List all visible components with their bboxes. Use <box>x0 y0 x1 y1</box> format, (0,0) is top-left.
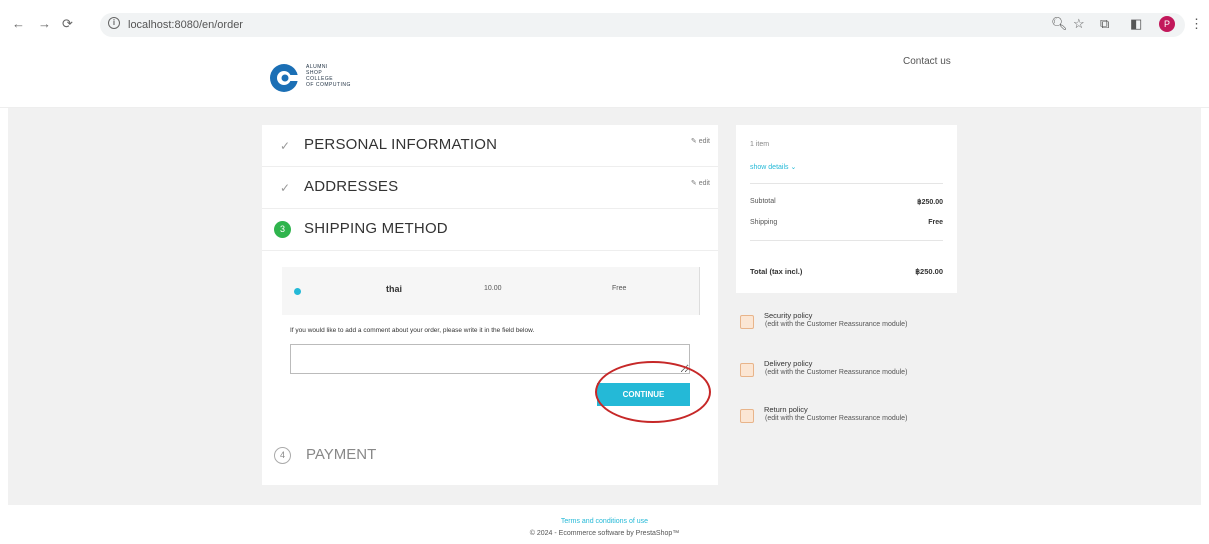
reassurance-desc: (edit with the Customer Reassurance modu… <box>765 369 908 376</box>
contact-us-link[interactable]: Contact us <box>903 56 951 67</box>
shipping-row: Shipping Free <box>750 219 943 226</box>
url-text[interactable]: localhost:8080/en/order <box>128 17 243 33</box>
bookmark-star-icon[interactable]: ☆ <box>1073 14 1085 34</box>
carrier-name: thai <box>386 284 403 294</box>
forward-icon[interactable]: → <box>38 14 51 34</box>
carrier-option[interactable]: thai 10.00 Free <box>282 267 700 315</box>
zoom-icon[interactable]: 🔍︎ <box>1051 14 1068 34</box>
cart-summary: 1 item show details ⌄ Subtotal ฿250.00 S… <box>736 125 957 293</box>
step-addresses[interactable]: ✓ ADDRESSES ✎ edit <box>262 167 718 209</box>
checkout-steps: ✓ PERSONAL INFORMATION ✎ edit ✓ ADDRESSE… <box>262 125 718 485</box>
show-details-link[interactable]: show details ⌄ <box>750 163 796 171</box>
annotation-circle <box>595 361 711 423</box>
comment-label: If you would like to add a comment about… <box>290 327 535 334</box>
reassurance-title: Return policy <box>764 405 808 414</box>
step-number-badge: 3 <box>274 221 291 238</box>
browser-toolbar: ← → ⟳ i localhost:8080/en/order 🔍︎ ☆ ⧉ ◧… <box>0 0 1209 48</box>
logo-text: ALUMNI SHOP COLLEGE OF COMPUTING <box>306 64 351 88</box>
carrier-radio[interactable] <box>294 288 301 295</box>
step-title: PAYMENT <box>306 446 377 463</box>
carrier-delay: 10.00 <box>484 285 502 292</box>
terms-link[interactable]: Terms and conditions of use <box>0 518 1209 525</box>
address-bar[interactable]: i localhost:8080/en/order <box>100 13 1185 37</box>
check-icon: ✓ <box>280 181 291 195</box>
copyright-text: © 2024 - Ecommerce software by PrestaSho… <box>529 530 680 537</box>
subtotal-row: Subtotal ฿250.00 <box>750 198 943 206</box>
item-count: 1 item <box>750 141 770 148</box>
site-header: ALUMNI SHOP COLLEGE OF COMPUTING Contact… <box>0 48 1209 108</box>
carrier-price: Free <box>612 285 627 292</box>
extensions-icon[interactable]: ⧉ <box>1100 14 1109 34</box>
divider <box>750 183 943 184</box>
reassurance-desc: (edit with the Customer Reassurance modu… <box>765 321 908 328</box>
step-shipping-method: 3 SHIPPING METHOD <box>262 209 718 251</box>
step-payment: 4 PAYMENT <box>262 435 718 477</box>
step-title: PERSONAL INFORMATION <box>304 136 498 153</box>
reassurance-desc: (edit with the Customer Reassurance modu… <box>765 415 908 422</box>
edit-personal-link[interactable]: ✎ edit <box>691 137 710 145</box>
divider <box>750 240 943 241</box>
total-row: Total (tax incl.) ฿250.00 <box>750 267 943 276</box>
step-title: ADDRESSES <box>304 178 399 195</box>
site-info-icon[interactable]: i <box>108 17 120 29</box>
logo-icon <box>270 64 300 92</box>
reassurance-title: Delivery policy <box>764 359 813 368</box>
side-panel-icon[interactable]: ◧ <box>1130 14 1142 34</box>
step-personal-information[interactable]: ✓ PERSONAL INFORMATION ✎ edit <box>262 125 718 167</box>
reassurance-title: Security policy <box>764 311 813 320</box>
edit-addresses-link[interactable]: ✎ edit <box>691 179 710 187</box>
reload-icon[interactable]: ⟳ <box>62 14 73 34</box>
check-icon: ✓ <box>280 139 291 153</box>
step-title: SHIPPING METHOD <box>304 220 448 237</box>
back-icon[interactable]: ← <box>12 14 25 34</box>
shop-logo[interactable]: ALUMNI SHOP COLLEGE OF COMPUTING <box>268 60 378 96</box>
profile-avatar[interactable]: P <box>1159 16 1175 32</box>
step-number-badge: 4 <box>274 447 291 464</box>
menu-icon[interactable]: ⋮ <box>1190 14 1203 34</box>
